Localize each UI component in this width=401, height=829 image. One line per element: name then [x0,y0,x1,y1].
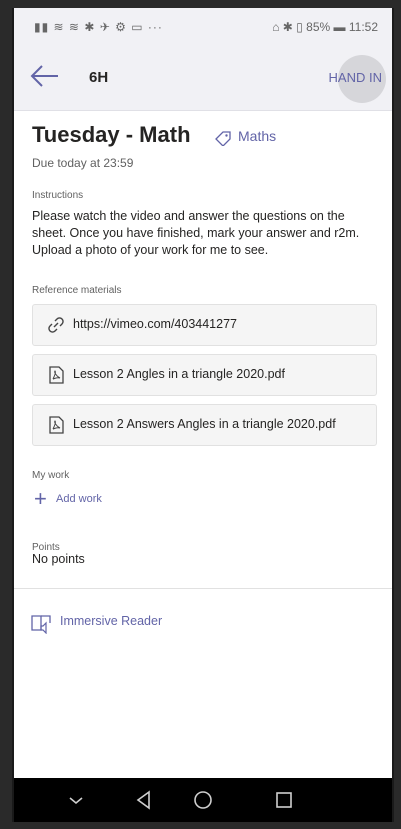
reference-file-label: Lesson 2 Angles in a triangle 2020.pdf [73,367,285,381]
pdf-icon [49,416,64,434]
nav-home-button[interactable] [191,788,215,812]
category-tag: Maths [238,128,277,144]
battery-bar-icon: ▬ [333,20,349,34]
system-nav-bar [14,778,392,822]
nav-recents-button[interactable] [272,788,296,812]
circle-home-icon [194,791,212,809]
immersive-reader-icon [31,615,51,634]
battery-icon: ⌂ ✱ ▯ [272,20,303,34]
chevron-down-icon [69,797,83,805]
instructions-label: Instructions [32,190,84,201]
assignment-title: Tuesday - Math [32,122,191,147]
tag-icon [215,131,231,146]
app-header: 6H HAND IN [14,44,392,111]
instructions-text: Please watch the video and answer the qu… [32,209,360,257]
clock: 11:52 [348,20,378,34]
status-bar: ▮▮ ≋ ≋ ✱ ✈ ⚙ ▭ ··· ⌂ ✱ ▯ 85% ▬ 11:52 [14,8,392,44]
points-value: No points [32,552,85,566]
reference-file[interactable]: Lesson 2 Answers Angles in a triangle 20… [32,404,377,446]
nav-down-button[interactable] [64,788,88,812]
square-recents-icon [276,792,292,808]
status-icons: ▮▮ ≋ ≋ ✱ ✈ ⚙ ▭ ··· [34,20,163,34]
battery-percent: 85% [306,20,331,34]
add-work-label: Add work [56,493,102,505]
divider [14,588,392,589]
triangle-back-icon [136,790,150,810]
nav-back-button[interactable] [132,788,156,812]
reference-file[interactable]: Lesson 2 Angles in a triangle 2020.pdf [32,354,377,396]
class-name: 6H [89,69,109,86]
immersive-reader-label: Immersive Reader [60,614,163,628]
link-icon [48,317,64,333]
title-row: Tuesday - Math Maths [32,122,382,154]
hand-in-button[interactable]: HAND IN [329,70,382,85]
reference-link[interactable]: https://vimeo.com/403441277 [32,304,377,346]
status-right: ⌂ ✱ ▯ 85% ▬ 11:52 [272,20,378,34]
pdf-icon [49,366,64,384]
reference-link-label: https://vimeo.com/403441277 [73,317,237,331]
due-date: Due today at 23:59 [32,156,134,170]
reference-file-label: Lesson 2 Answers Angles in a triangle 20… [73,417,336,431]
reference-materials-label: Reference materials [32,285,122,296]
back-button[interactable] [30,64,60,88]
phone-screen: ▮▮ ≋ ≋ ✱ ✈ ⚙ ▭ ··· ⌂ ✱ ▯ 85% ▬ 11:52 6H … [12,8,394,822]
back-arrow-icon [30,65,58,87]
plus-icon: + [34,486,47,511]
my-work-label: My work [32,470,70,481]
